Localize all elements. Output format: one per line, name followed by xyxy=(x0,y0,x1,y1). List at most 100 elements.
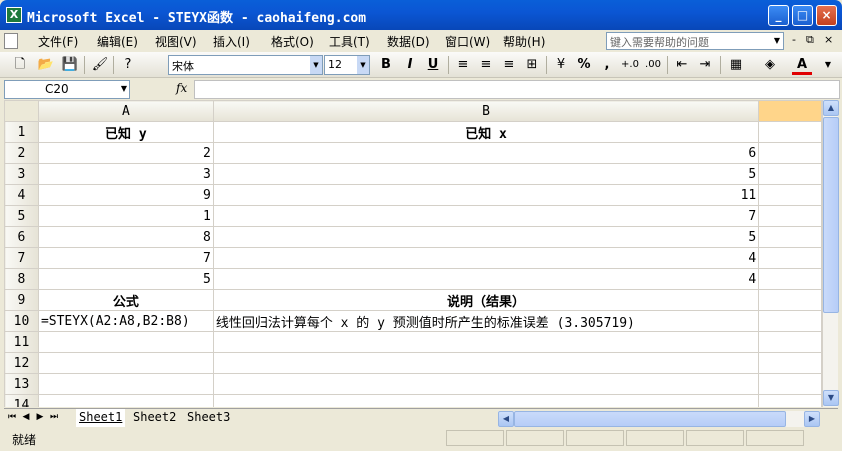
cell-a[interactable] xyxy=(37,331,214,353)
column-header-a[interactable]: A xyxy=(37,100,214,122)
open-icon[interactable]: 📂 xyxy=(36,55,56,75)
comma-button[interactable]: , xyxy=(597,55,617,75)
cell-a[interactable]: 8 xyxy=(37,226,214,248)
row-header[interactable]: 9 xyxy=(4,289,39,311)
row-header[interactable]: 6 xyxy=(4,226,39,248)
vertical-scroll-thumb[interactable] xyxy=(823,117,839,313)
chevron-down-icon[interactable]: ▼ xyxy=(357,56,369,74)
cell-c[interactable] xyxy=(758,289,822,311)
row-header[interactable]: 5 xyxy=(4,205,39,227)
cell-a[interactable]: 已知 y xyxy=(37,121,214,143)
help-icon[interactable]: ? xyxy=(118,55,138,75)
menu-file[interactable]: 文件(F) xyxy=(38,33,78,50)
doc-restore-button[interactable]: ⧉ xyxy=(806,33,814,47)
menu-view[interactable]: 视图(V) xyxy=(155,33,197,50)
fill-color-icon[interactable]: ◈ xyxy=(760,55,780,75)
cell-c[interactable] xyxy=(758,247,822,269)
underline-button[interactable]: U xyxy=(423,55,443,75)
sheet-tab-sheet2[interactable]: Sheet2 xyxy=(130,409,179,427)
workbook-icon[interactable] xyxy=(4,33,18,49)
cell-a[interactable]: =STEYX(A2:A8,B2:B8) xyxy=(37,310,214,332)
cell-b[interactable]: 已知 x xyxy=(212,121,760,143)
font-name-select[interactable]: 宋体 ▼ xyxy=(168,55,323,75)
cell-a[interactable] xyxy=(37,352,214,374)
cell-b[interactable]: 11 xyxy=(212,184,760,206)
merge-center-icon[interactable]: ⊞ xyxy=(522,55,542,75)
cell-b[interactable] xyxy=(212,373,760,395)
row-header[interactable]: 4 xyxy=(4,184,39,206)
cell-a[interactable] xyxy=(37,394,214,407)
menu-help[interactable]: 帮助(H) xyxy=(503,33,545,50)
cell-a[interactable]: 5 xyxy=(37,268,214,290)
cell-c[interactable] xyxy=(758,163,822,185)
format-painter-icon[interactable]: 🖌 xyxy=(90,55,110,75)
cell-b[interactable]: 5 xyxy=(212,163,760,185)
cell-b[interactable]: 6 xyxy=(212,142,760,164)
select-all-corner[interactable] xyxy=(4,100,39,122)
row-header[interactable]: 1 xyxy=(4,121,39,143)
cell-b[interactable] xyxy=(212,394,760,407)
font-size-select[interactable]: 12 ▼ xyxy=(324,55,370,75)
excel-app-icon[interactable]: X xyxy=(6,7,22,23)
cell-c[interactable] xyxy=(758,142,822,164)
menu-format[interactable]: 格式(O) xyxy=(271,33,314,50)
cell-a[interactable]: 3 xyxy=(37,163,214,185)
cell-a[interactable]: 7 xyxy=(37,247,214,269)
currency-icon[interactable]: ¥ xyxy=(551,55,571,75)
doc-close-button[interactable]: × xyxy=(824,33,833,46)
doc-minimize-button[interactable]: - xyxy=(792,33,796,46)
scroll-up-icon[interactable]: ▲ xyxy=(823,100,839,116)
bold-button[interactable]: B xyxy=(376,55,396,75)
chevron-down-icon[interactable]: ▼ xyxy=(310,56,322,74)
row-header[interactable]: 3 xyxy=(4,163,39,185)
increase-indent-icon[interactable]: ⇥ xyxy=(695,55,715,75)
cell-c[interactable] xyxy=(758,352,822,374)
row-header[interactable]: 11 xyxy=(4,331,39,353)
first-sheet-icon[interactable]: ⏮ xyxy=(6,412,18,422)
borders-icon[interactable]: ▦ xyxy=(726,55,746,75)
prev-sheet-icon[interactable]: ◀ xyxy=(20,412,32,422)
column-header-c[interactable] xyxy=(758,100,822,122)
row-header[interactable]: 7 xyxy=(4,247,39,269)
cell-c[interactable] xyxy=(758,373,822,395)
name-box[interactable]: C20 ▼ xyxy=(4,80,130,99)
cell-b[interactable]: 5 xyxy=(212,226,760,248)
increase-decimal-icon[interactable]: +.0 xyxy=(620,55,640,75)
cell-a[interactable] xyxy=(37,373,214,395)
insert-function-button[interactable]: fx xyxy=(176,81,187,95)
cell-b[interactable]: 4 xyxy=(212,268,760,290)
scroll-right-icon[interactable]: ▶ xyxy=(804,411,820,427)
column-header-b[interactable]: B xyxy=(212,100,760,122)
cell-b[interactable] xyxy=(212,352,760,374)
italic-button[interactable]: I xyxy=(400,55,420,75)
cell-a[interactable]: 9 xyxy=(37,184,214,206)
sheet-tab-sheet3[interactable]: Sheet3 xyxy=(184,409,233,427)
cell-c[interactable] xyxy=(758,268,822,290)
toolbar-options-icon[interactable]: ▼ xyxy=(818,55,838,75)
align-right-icon[interactable]: ≡ xyxy=(499,55,519,75)
cell-c[interactable] xyxy=(758,205,822,227)
menu-edit[interactable]: 编辑(E) xyxy=(97,33,138,50)
new-icon[interactable]: 🗋 xyxy=(10,55,30,75)
sheet-tab-sheet1[interactable]: Sheet1 xyxy=(76,409,126,427)
scroll-left-icon[interactable]: ◀ xyxy=(498,411,514,427)
row-header[interactable]: 14 xyxy=(4,394,39,407)
maximize-button[interactable]: □ xyxy=(792,5,813,26)
cell-c[interactable] xyxy=(758,121,822,143)
menu-window[interactable]: 窗口(W) xyxy=(445,33,490,50)
menu-insert[interactable]: 插入(I) xyxy=(213,33,250,50)
help-search-input[interactable]: 键入需要帮助的问题 ▼ xyxy=(606,32,784,50)
row-header[interactable]: 2 xyxy=(4,142,39,164)
row-header[interactable]: 10 xyxy=(4,310,39,332)
cell-c[interactable] xyxy=(758,394,822,407)
cell-a[interactable]: 公式 xyxy=(37,289,214,311)
save-icon[interactable]: 💾 xyxy=(60,55,80,75)
chevron-down-icon[interactable]: ▼ xyxy=(772,34,782,48)
cell-b[interactable]: 线性回归法计算每个 x 的 y 预测值时所产生的标准误差 (3.305719) xyxy=(212,310,760,332)
cell-b[interactable]: 说明（结果） xyxy=(212,289,760,311)
cell-b[interactable] xyxy=(212,331,760,353)
align-center-icon[interactable]: ≡ xyxy=(476,55,496,75)
align-left-icon[interactable]: ≡ xyxy=(453,55,473,75)
minimize-button[interactable]: _ xyxy=(768,5,789,26)
scroll-down-icon[interactable]: ▼ xyxy=(823,390,839,406)
